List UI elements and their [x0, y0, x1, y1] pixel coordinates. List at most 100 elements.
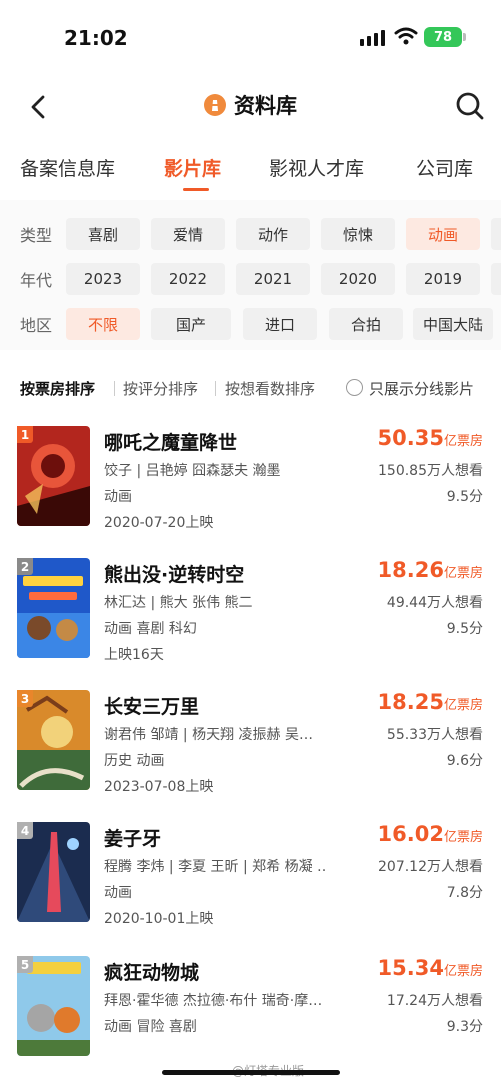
chip-region[interactable]: 进口	[243, 308, 317, 340]
score: 9.5分	[446, 489, 483, 505]
nav-bar: 资料库	[0, 80, 501, 130]
list-item[interactable]: 2 熊出没·逆转时空 林汇达 | 熊大 张伟 熊二 动画 喜剧 科幻 上映16天…	[0, 558, 501, 688]
box-office-value: 15.34	[377, 956, 444, 980]
tab-filing[interactable]: 备案信息库	[20, 154, 115, 181]
filter-panel: 类型 喜剧 爱情 动作 惊悚 动画 年代 2023 2022 2021 2020…	[0, 200, 501, 350]
movie-cast: 林汇达 | 熊大 张伟 熊二	[104, 595, 253, 611]
movie-release: 上映16天	[104, 647, 164, 663]
tab-talent[interactable]: 影视人才库	[269, 154, 364, 181]
movie-genre: 动画	[104, 489, 132, 505]
rank-badge: 5	[17, 956, 33, 973]
box-office-unit: 亿票房	[443, 698, 483, 713]
chip-region[interactable]: 国产	[151, 308, 231, 340]
movie-cast: 拜恩·霍华德 杰拉德·布什 瑞奇·摩…	[104, 993, 323, 1009]
chip-year[interactable]: 2021	[236, 263, 310, 295]
split-only-radio[interactable]	[346, 379, 363, 396]
rank-badge: 1	[17, 426, 33, 443]
score: 9.6分	[446, 753, 483, 769]
movie-release: 2020-10-01上映	[104, 911, 214, 927]
movie-genre: 动画	[104, 885, 132, 901]
wifi-icon	[394, 27, 418, 45]
movie-genre: 动画 冒险 喜剧	[104, 1019, 197, 1035]
movie-release: 2023-07-08上映	[104, 779, 214, 795]
filter-row-region: 地区 不限 国产 进口 合拍 中国大陆	[0, 306, 501, 340]
sort-by-rating[interactable]: 按评分排序	[123, 378, 198, 399]
movie-title[interactable]: 哪吒之魔童降世	[104, 428, 237, 455]
box-office-value: 18.26	[377, 558, 444, 582]
chip-year[interactable]: 2022	[151, 263, 225, 295]
page-title: 资料库	[234, 94, 297, 118]
lighthouse-logo-icon	[204, 94, 226, 116]
box-office-unit: 亿票房	[443, 434, 483, 449]
chip-region-selected[interactable]: 不限	[66, 308, 140, 340]
chip-type-overflow[interactable]	[491, 218, 501, 250]
title-group: 资料库	[0, 90, 501, 120]
box-office-unit: 亿票房	[443, 830, 483, 845]
sort-by-box-office[interactable]: 按票房排序	[20, 378, 95, 399]
chip-type[interactable]: 惊悚	[321, 218, 395, 250]
want-count: 55.33万人想看	[386, 727, 483, 743]
box-office: 50.35亿票房	[378, 426, 483, 450]
rank-badge: 3	[17, 690, 33, 707]
filter-type-label: 类型	[20, 226, 53, 245]
status-time: 21:02	[64, 26, 128, 50]
active-tab-indicator	[183, 188, 209, 191]
list-item[interactable]: 3 长安三万里 谢君伟 邹靖 | 杨天翔 凌振赫 吴… 历史 动画 2023-0…	[0, 690, 501, 820]
chip-year[interactable]: 2023	[66, 263, 140, 295]
chip-year-overflow[interactable]	[491, 263, 501, 295]
sort-by-want[interactable]: 按想看数排序	[225, 378, 315, 399]
score: 9.5分	[446, 621, 483, 637]
score: 9.3分	[446, 1019, 483, 1035]
status-bar: 21:02 78	[0, 0, 501, 76]
battery-icon: 78	[424, 27, 462, 47]
movie-genre: 历史 动画	[104, 753, 165, 769]
want-count: 17.24万人想看	[386, 993, 483, 1009]
divider	[114, 381, 115, 396]
score: 7.8分	[446, 885, 483, 901]
split-only-label[interactable]: 只展示分线影片	[369, 378, 474, 399]
filter-row-year: 年代 2023 2022 2021 2020 2019	[0, 261, 501, 295]
movie-title[interactable]: 长安三万里	[104, 692, 199, 719]
divider	[215, 381, 216, 396]
chip-year[interactable]: 2020	[321, 263, 395, 295]
filter-row-type: 类型 喜剧 爱情 动作 惊悚 动画	[0, 216, 501, 250]
chip-type-selected[interactable]: 动画	[406, 218, 480, 250]
box-office-unit: 亿票房	[443, 566, 483, 581]
signal-icon	[360, 30, 385, 46]
sort-bar: 按票房排序 按评分排序 按想看数排序 只展示分线影片	[0, 366, 501, 412]
tab-bar: 备案信息库 影片库 影视人才库 公司库	[0, 148, 501, 196]
movie-cast: 饺子 | 吕艳婷 囧森瑟夫 瀚墨	[104, 463, 281, 479]
tab-company[interactable]: 公司库	[416, 154, 473, 181]
chip-year[interactable]: 2019	[406, 263, 480, 295]
movie-genre: 动画 喜剧 科幻	[104, 621, 197, 637]
tab-movies[interactable]: 影片库	[164, 154, 221, 181]
movie-title[interactable]: 疯狂动物城	[104, 958, 199, 985]
chip-region[interactable]: 合拍	[329, 308, 403, 340]
chip-region[interactable]: 中国大陆	[413, 308, 493, 340]
list-item[interactable]: 1 哪吒之魔童降世 饺子 | 吕艳婷 囧森瑟夫 瀚墨 动画 2020-07-20…	[0, 426, 501, 556]
movie-title[interactable]: 熊出没·逆转时空	[104, 560, 244, 587]
box-office: 18.25亿票房	[378, 690, 483, 714]
chip-type[interactable]: 爱情	[151, 218, 225, 250]
box-office: 18.26亿票房	[378, 558, 483, 582]
filter-year-label: 年代	[20, 271, 53, 290]
want-count: 150.85万人想看	[378, 463, 483, 479]
box-office: 15.34亿票房	[378, 956, 483, 980]
box-office: 16.02亿票房	[378, 822, 483, 846]
want-count: 49.44万人想看	[386, 595, 483, 611]
home-indicator[interactable]	[162, 1070, 340, 1075]
movie-release: 2020-07-20上映	[104, 515, 214, 531]
chip-type[interactable]: 动作	[236, 218, 310, 250]
chip-type[interactable]: 喜剧	[66, 218, 140, 250]
list-item[interactable]: 4 姜子牙 程腾 李炜 | 李夏 王昕 | 郑希 杨凝 … 动画 2020-10…	[0, 822, 501, 952]
battery-level: 78	[433, 29, 453, 45]
box-office-unit: 亿票房	[443, 964, 483, 979]
rank-badge: 4	[17, 822, 33, 839]
movie-title[interactable]: 姜子牙	[104, 824, 161, 851]
movie-cast: 程腾 李炜 | 李夏 王昕 | 郑希 杨凝 …	[104, 859, 326, 875]
movie-cast: 谢君伟 邹靖 | 杨天翔 凌振赫 吴…	[104, 727, 313, 743]
filter-region-label: 地区	[20, 316, 53, 335]
box-office-value: 18.25	[377, 690, 444, 714]
search-icon[interactable]	[454, 90, 486, 122]
rank-badge: 2	[17, 558, 33, 575]
